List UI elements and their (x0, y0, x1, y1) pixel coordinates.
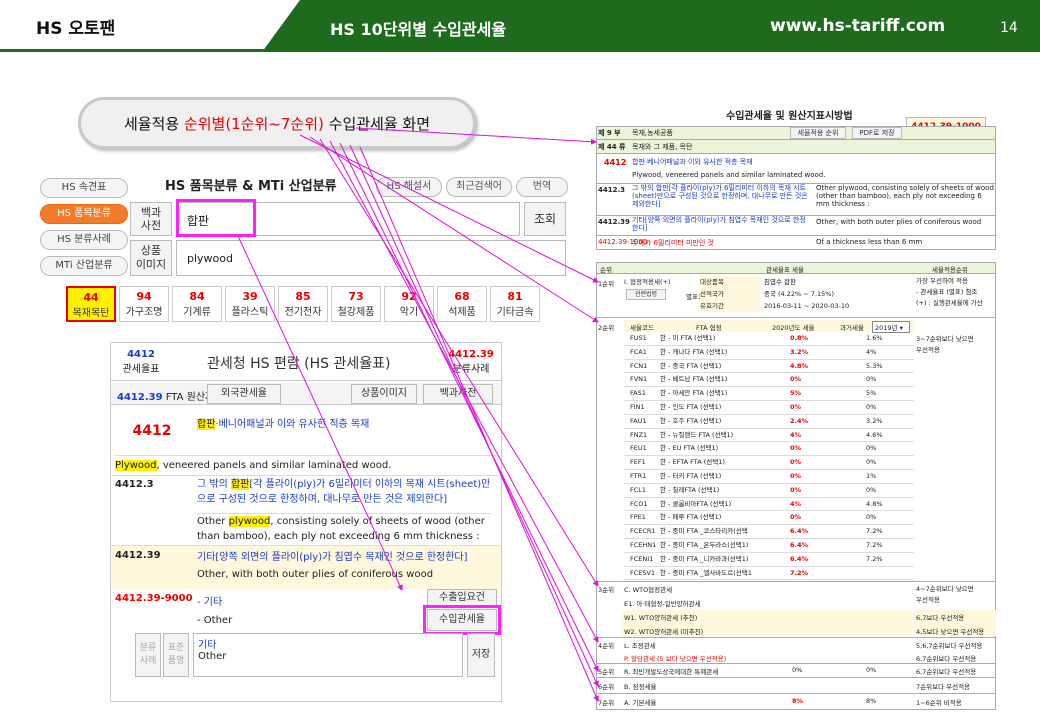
arrow-to-order-button (355, 127, 597, 145)
arrow-to-import-button (237, 235, 403, 591)
callout-arrows (237, 127, 599, 702)
